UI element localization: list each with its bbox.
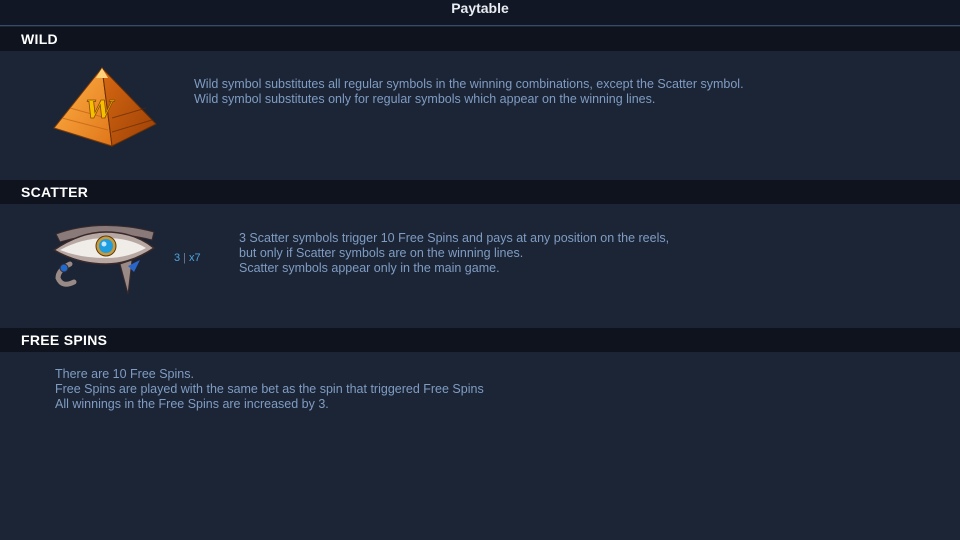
scatter-payout-multiplier: x7 bbox=[188, 252, 201, 264]
scatter-line-2: but only if Scatter symbols are on the w… bbox=[239, 246, 524, 260]
free-spins-line-3: All winnings in the Free Spins are incre… bbox=[55, 397, 329, 411]
paytable-page: Paytable WILD W Wild symbol substitutes … bbox=[0, 0, 960, 540]
scatter-section-header: SCATTER bbox=[0, 180, 960, 204]
free-spins-line-1: There are 10 Free Spins. bbox=[55, 367, 194, 381]
free-spins-line-2: Free Spins are played with the same bet … bbox=[55, 382, 484, 396]
wild-section-header: WILD bbox=[0, 27, 960, 51]
wild-description: Wild symbol substitutes all regular symb… bbox=[194, 77, 744, 107]
free-spins-section-header: FREE SPINS bbox=[0, 328, 960, 352]
scatter-line-3: Scatter symbols appear only in the main … bbox=[239, 261, 500, 275]
scatter-description: 3 Scatter symbols trigger 10 Free Spins … bbox=[239, 231, 669, 276]
paytable-title-bar: Paytable bbox=[0, 0, 960, 26]
scatter-payout: 3 | x7 bbox=[174, 252, 201, 264]
scatter-section-title: SCATTER bbox=[21, 184, 89, 200]
scatter-payout-count: 3 bbox=[174, 252, 181, 264]
free-spins-section-title: FREE SPINS bbox=[21, 332, 108, 348]
free-spins-description: There are 10 Free Spins. Free Spins are … bbox=[55, 367, 484, 412]
wild-letter: W bbox=[86, 95, 115, 124]
wild-line-1: Wild symbol substitutes all regular symb… bbox=[194, 77, 744, 91]
scatter-line-1: 3 Scatter symbols trigger 10 Free Spins … bbox=[239, 231, 670, 245]
eye-of-horus-icon bbox=[50, 220, 160, 298]
pyramid-wild-icon: W bbox=[50, 66, 160, 150]
wild-section-title: WILD bbox=[21, 31, 58, 47]
wild-line-2: Wild symbol substitutes only for regular… bbox=[194, 92, 656, 106]
page-title: Paytable bbox=[451, 0, 509, 16]
